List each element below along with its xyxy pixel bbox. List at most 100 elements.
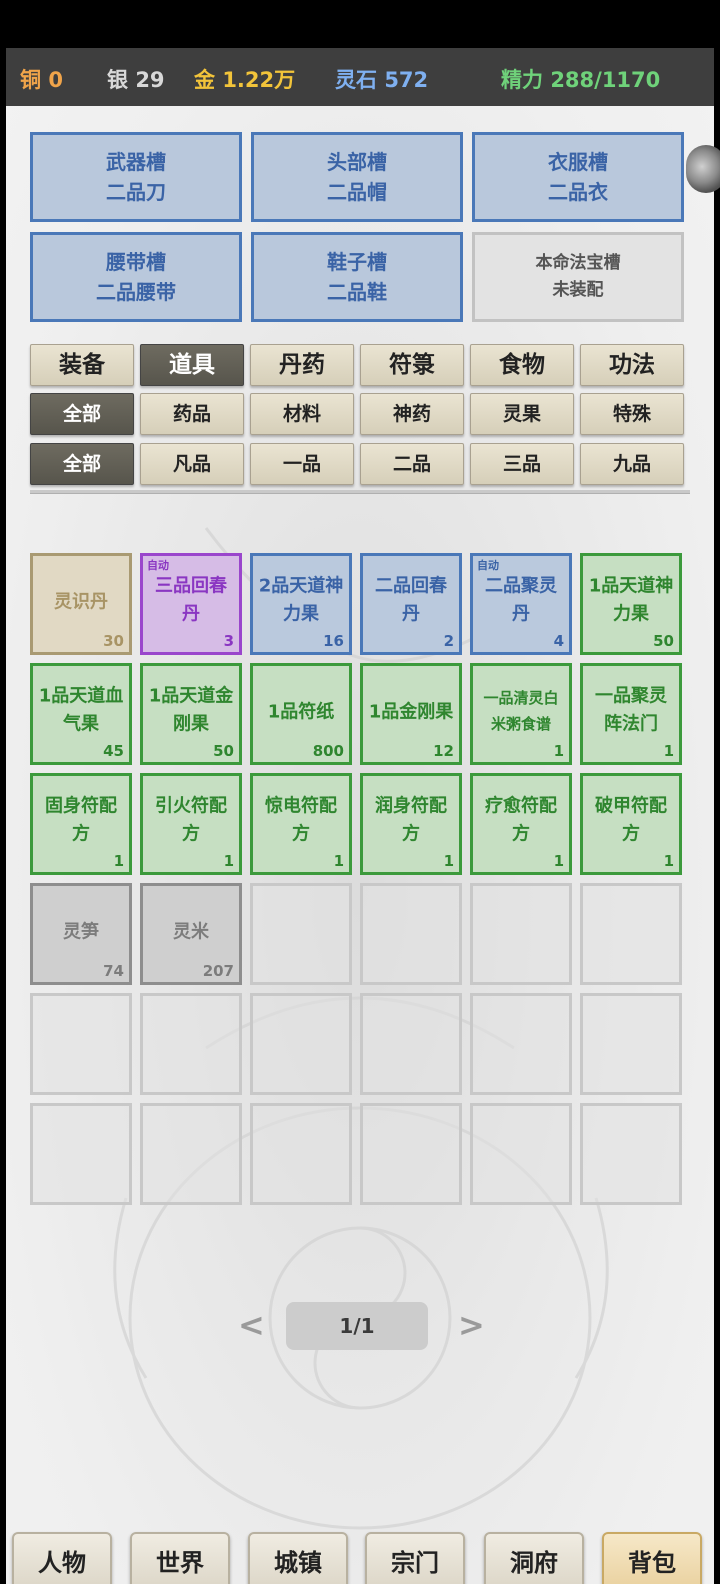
category-tab[interactable]: 丹药 xyxy=(250,344,354,386)
inventory-item[interactable]: 引火符配方 1 xyxy=(140,773,242,875)
grade-filter[interactable]: 凡品 xyxy=(140,443,244,485)
empty-cell[interactable] xyxy=(580,993,682,1095)
inventory-item[interactable]: 润身符配方 1 xyxy=(360,773,462,875)
equipment-slot[interactable]: 腰带槽 二品腰带 xyxy=(30,232,242,322)
category-tab[interactable]: 符箓 xyxy=(360,344,464,386)
slot-item: 未装配 xyxy=(552,280,604,300)
empty-cell[interactable] xyxy=(140,993,242,1095)
slot-item: 二品帽 xyxy=(327,180,387,204)
inventory-item[interactable]: 灵识丹 30 xyxy=(30,553,132,655)
item-count: 1 xyxy=(663,852,674,870)
nav-button[interactable]: 背包 xyxy=(602,1532,702,1584)
item-count: 1 xyxy=(663,742,674,760)
inventory-item[interactable]: 1品天道血气果 45 xyxy=(30,663,132,765)
inventory-item[interactable]: 惊电符配方 1 xyxy=(250,773,352,875)
next-page-button[interactable]: > xyxy=(458,1306,485,1344)
inventory-item[interactable]: 1品符纸 800 xyxy=(250,663,352,765)
type-filter[interactable]: 神药 xyxy=(360,393,464,435)
equipment-slot[interactable]: 衣服槽 二品衣 xyxy=(472,132,684,222)
empty-cell[interactable] xyxy=(360,993,462,1095)
item-name: 引火符配方 xyxy=(155,795,227,845)
empty-cell[interactable] xyxy=(470,1103,572,1205)
item-count: 1 xyxy=(553,852,564,870)
slot-item: 二品腰带 xyxy=(96,280,176,304)
empty-cell[interactable] xyxy=(30,993,132,1095)
grade-filter[interactable]: 九品 xyxy=(580,443,684,485)
item-count: 3 xyxy=(223,632,234,650)
gold-resource: 金 1.22万 xyxy=(194,68,296,92)
grade-filter[interactable]: 全部 xyxy=(30,443,134,485)
grade-filter[interactable]: 三品 xyxy=(470,443,574,485)
item-count: 1 xyxy=(223,852,234,870)
nav-button[interactable]: 城镇 xyxy=(248,1532,348,1584)
type-filter[interactable]: 灵果 xyxy=(470,393,574,435)
empty-cell[interactable] xyxy=(580,883,682,985)
empty-cell[interactable] xyxy=(250,1103,352,1205)
category-tab[interactable]: 道具 xyxy=(140,344,244,386)
inventory-item[interactable]: 2品天道神力果 16 xyxy=(250,553,352,655)
item-name: 一品聚灵阵法门 xyxy=(595,685,667,735)
empty-cell[interactable] xyxy=(140,1103,242,1205)
inventory-item[interactable]: 二品回春丹 2 xyxy=(360,553,462,655)
type-filter[interactable]: 药品 xyxy=(140,393,244,435)
slot-name: 武器槽 xyxy=(106,150,166,174)
empty-cell[interactable] xyxy=(580,1103,682,1205)
type-filter[interactable]: 特殊 xyxy=(580,393,684,435)
inventory-item[interactable]: 1品天道金刚果 50 xyxy=(140,663,242,765)
grade-filter[interactable]: 一品 xyxy=(250,443,354,485)
empty-cell[interactable] xyxy=(250,883,352,985)
nav-button[interactable]: 世界 xyxy=(130,1532,230,1584)
item-name: 1品金刚果 xyxy=(368,701,454,723)
slot-name: 腰带槽 xyxy=(106,250,166,274)
item-name: 惊电符配方 xyxy=(265,795,337,845)
equipment-slot[interactable]: 头部槽 二品帽 xyxy=(251,132,463,222)
type-filter[interactable]: 材料 xyxy=(250,393,354,435)
item-name: 1品天道神力果 xyxy=(588,575,674,625)
item-count: 50 xyxy=(213,742,234,760)
type-filter[interactable]: 全部 xyxy=(30,393,134,435)
item-name: 一品清灵白米粥食谱 xyxy=(483,688,559,733)
nav-button[interactable]: 人物 xyxy=(12,1532,112,1584)
inventory-item[interactable]: 固身符配方 1 xyxy=(30,773,132,875)
item-count: 12 xyxy=(433,742,454,760)
item-name: 二品回春丹 xyxy=(375,575,447,625)
slot-item: 二品鞋 xyxy=(327,280,387,304)
empty-cell[interactable] xyxy=(360,883,462,985)
item-name: 二品聚灵丹 xyxy=(485,575,557,625)
page-indicator: 1/1 xyxy=(286,1302,428,1350)
equipment-slot[interactable]: 武器槽 二品刀 xyxy=(30,132,242,222)
empty-cell[interactable] xyxy=(30,1103,132,1205)
empty-cell[interactable] xyxy=(360,1103,462,1205)
auto-tag: 自动 xyxy=(147,559,169,572)
inventory-item[interactable]: 灵米 207 xyxy=(140,883,242,985)
inventory-item[interactable]: 疗愈符配方 1 xyxy=(470,773,572,875)
item-name: 破甲符配方 xyxy=(595,795,667,845)
slot-name: 本命法宝槽 xyxy=(535,253,621,273)
inventory-item[interactable]: 自动 二品聚灵丹 4 xyxy=(470,553,572,655)
nav-button[interactable]: 宗门 xyxy=(365,1532,465,1584)
game-panel: 铜 0 银 29 金 1.22万 灵石 572 精力 288/1170 武器槽二… xyxy=(6,48,714,1584)
inventory-item[interactable]: 自动 三品回春丹 3 xyxy=(140,553,242,655)
category-tab[interactable]: 食物 xyxy=(470,344,574,386)
empty-cell[interactable] xyxy=(250,993,352,1095)
inventory-item[interactable]: 一品聚灵阵法门 1 xyxy=(580,663,682,765)
inventory-item[interactable]: 1品金刚果 12 xyxy=(360,663,462,765)
empty-cell[interactable] xyxy=(470,993,572,1095)
floating-orb-icon[interactable] xyxy=(686,145,720,193)
grade-filter[interactable]: 二品 xyxy=(360,443,464,485)
inventory-item[interactable]: 灵笋 74 xyxy=(30,883,132,985)
empty-cell[interactable] xyxy=(470,883,572,985)
nav-button[interactable]: 洞府 xyxy=(484,1532,584,1584)
equipment-slot[interactable]: 鞋子槽 二品鞋 xyxy=(251,232,463,322)
equipment-slot[interactable]: 本命法宝槽 未装配 xyxy=(472,232,684,322)
inventory-item[interactable]: 1品天道神力果 50 xyxy=(580,553,682,655)
slot-item: 二品刀 xyxy=(106,180,166,204)
inventory-item[interactable]: 破甲符配方 1 xyxy=(580,773,682,875)
inventory-item[interactable]: 一品清灵白米粥食谱 1 xyxy=(470,663,572,765)
slot-item: 二品衣 xyxy=(548,180,608,204)
category-tab[interactable]: 功法 xyxy=(580,344,684,386)
item-count: 4 xyxy=(553,632,564,650)
item-name: 疗愈符配方 xyxy=(485,795,557,845)
category-tab[interactable]: 装备 xyxy=(30,344,134,386)
prev-page-button[interactable]: < xyxy=(238,1306,265,1344)
